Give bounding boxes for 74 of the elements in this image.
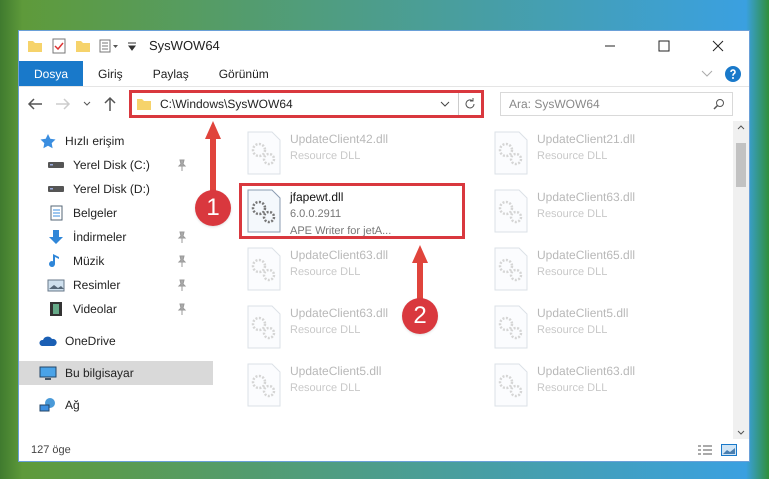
search-icon[interactable] bbox=[713, 98, 725, 110]
chevron-up-icon[interactable] bbox=[737, 125, 745, 130]
drive-icon bbox=[47, 185, 65, 193]
sidebar-item[interactable]: Videolar bbox=[19, 297, 195, 321]
up-arrow-icon[interactable] bbox=[103, 96, 117, 112]
address-path: C:\Windows\SysWOW64 bbox=[160, 96, 294, 113]
details-view-icon[interactable] bbox=[697, 444, 713, 456]
sidebar-item[interactable]: Müzik bbox=[19, 249, 195, 273]
file-name: UpdateClient5.dll bbox=[290, 363, 382, 380]
file-name: UpdateClient65.dll bbox=[537, 247, 636, 264]
ribbon-tab[interactable]: Dosya bbox=[19, 61, 84, 86]
pointer-arrow bbox=[205, 121, 221, 193]
file-name: UpdateClient63.dll bbox=[290, 247, 388, 264]
file-name: UpdateClient5.dll bbox=[537, 305, 628, 322]
file-name: UpdateClient63.dll bbox=[537, 363, 636, 380]
sidebar-item[interactable]: Bu bilgisayar bbox=[19, 361, 213, 385]
item-count: 127 öge bbox=[31, 442, 72, 458]
scrollbar[interactable] bbox=[733, 121, 749, 439]
ribbon-tab[interactable]: Giriş bbox=[83, 61, 138, 86]
drive-icon bbox=[47, 161, 65, 169]
scroll-thumb[interactable] bbox=[736, 143, 746, 187]
sidebar-item[interactable]: Resimler bbox=[19, 273, 195, 297]
network-icon bbox=[39, 397, 57, 413]
tiles-view-icon[interactable] bbox=[721, 444, 737, 456]
pin-icon bbox=[177, 159, 187, 171]
address-bar[interactable]: C:\Windows\SysWOW64 bbox=[129, 90, 484, 118]
sidebar-item[interactable]: OneDrive bbox=[19, 329, 195, 353]
gear-file-icon bbox=[246, 130, 282, 176]
ribbon-tab[interactable]: Görünüm bbox=[204, 61, 284, 86]
pin-icon bbox=[177, 303, 187, 315]
file-name: UpdateClient63.dll bbox=[290, 305, 388, 322]
gear-file-icon bbox=[493, 188, 529, 234]
file-name: UpdateClient42.dll bbox=[290, 131, 388, 148]
back-arrow-icon[interactable] bbox=[27, 97, 43, 111]
gear-file-icon bbox=[246, 188, 282, 234]
ribbon-tab[interactable]: Paylaş bbox=[138, 61, 204, 86]
sidebar-item[interactable]: Belgeler bbox=[19, 201, 195, 225]
pointer-arrow bbox=[412, 245, 428, 301]
properties-icon[interactable] bbox=[99, 39, 119, 53]
file-name: jfapewt.dll bbox=[290, 189, 344, 206]
down-arrow-icon bbox=[47, 229, 65, 245]
film-icon bbox=[47, 301, 65, 317]
gear-file-icon bbox=[246, 304, 282, 350]
gear-file-icon bbox=[246, 246, 282, 292]
pin-icon bbox=[177, 231, 187, 243]
pin-icon bbox=[177, 255, 187, 267]
window-title: SysWOW64 bbox=[149, 37, 221, 56]
gear-file-icon bbox=[493, 130, 529, 176]
sidebar-item[interactable]: Hızlı erişim bbox=[19, 129, 195, 153]
star-icon bbox=[39, 133, 57, 149]
gear-file-icon bbox=[493, 246, 529, 292]
sidebar-item[interactable]: Yerel Disk (D:) bbox=[19, 177, 195, 201]
chevron-down-icon[interactable] bbox=[83, 101, 91, 107]
sidebar-item[interactable]: İndirmeler bbox=[19, 225, 195, 249]
file-detail: 6.0.0.2911 bbox=[290, 207, 342, 222]
pin-icon bbox=[177, 279, 187, 291]
folder-icon bbox=[136, 97, 152, 111]
gear-file-icon bbox=[493, 362, 529, 408]
selected-file-item[interactable]: jfapewt.dll 6.0.0.2911 APE Writer for jetA... bbox=[239, 183, 465, 239]
picture-icon bbox=[47, 277, 65, 293]
help-icon[interactable] bbox=[725, 66, 741, 82]
file-detail: APE Writer for jetA... bbox=[290, 224, 392, 238]
sidebar-item[interactable]: Yerel Disk (C:) bbox=[19, 153, 195, 177]
search-field[interactable]: Ara: SysWOW64 bbox=[500, 92, 733, 116]
sidebar-item[interactable]: Ağ bbox=[19, 393, 195, 417]
gear-file-icon bbox=[246, 362, 282, 408]
checklist-icon[interactable] bbox=[51, 38, 67, 54]
file-name: UpdateClient63.dll bbox=[537, 189, 636, 206]
monitor-icon bbox=[39, 365, 57, 381]
chevron-down-icon[interactable] bbox=[737, 430, 745, 435]
file-name: UpdateClient21.dll bbox=[537, 131, 636, 148]
dropdown-icon[interactable] bbox=[127, 41, 137, 51]
gear-file-icon bbox=[493, 304, 529, 350]
chevron-down-icon[interactable] bbox=[440, 101, 450, 107]
